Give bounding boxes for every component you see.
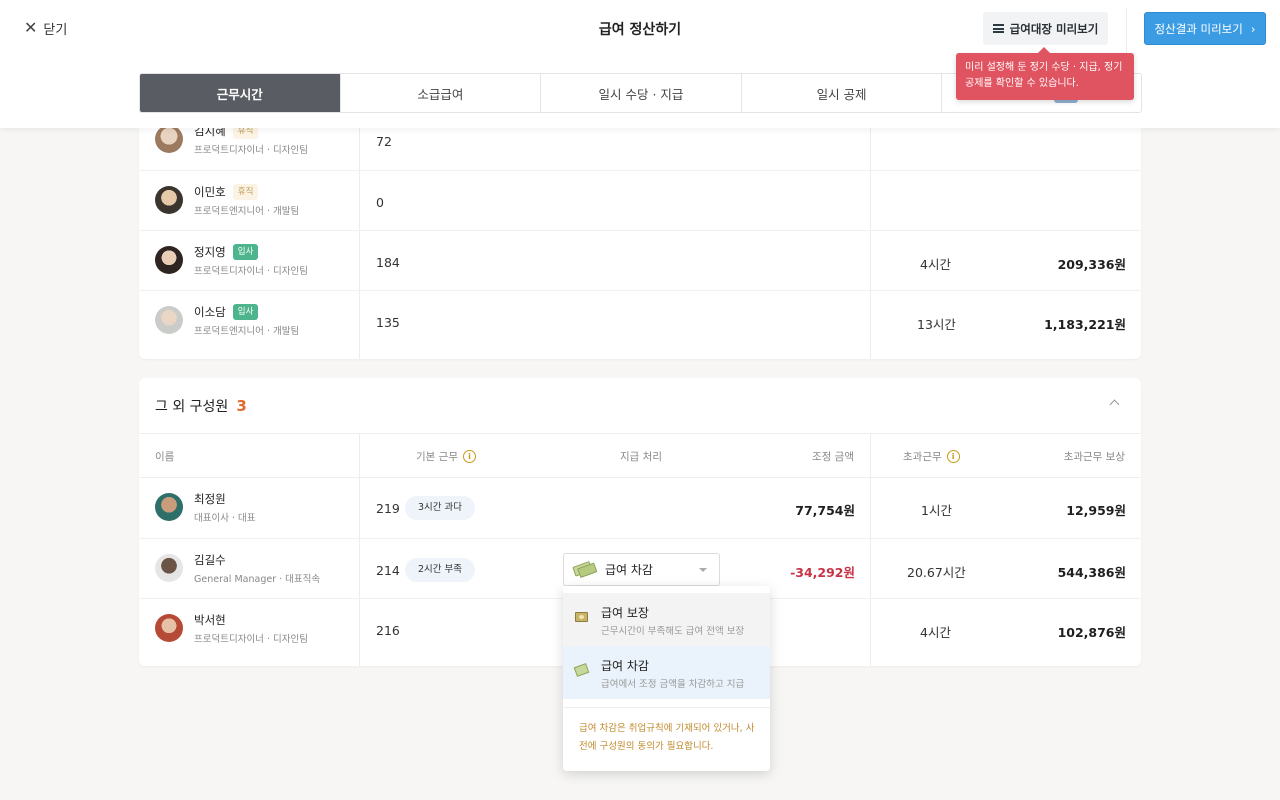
column-header-payment: 지급 처리 bbox=[620, 451, 662, 463]
option-description: 근무시간이 부족해도 급여 전액 보장 bbox=[601, 626, 745, 637]
employee-name: 박서현 bbox=[194, 612, 226, 628]
employee-name: 최정원 bbox=[194, 491, 226, 507]
employee-name-text: 박서현 bbox=[194, 613, 226, 627]
overtime-pay: 544,386원 bbox=[1057, 565, 1126, 580]
dropdown-note: 급여 차감은 취업규칙에 기재되어 있거나, 사전에 구성원의 동의가 필요합니… bbox=[579, 723, 755, 752]
adjust-amount: 77,754원 bbox=[795, 503, 855, 518]
column-header-base-text: 기본 근무 bbox=[416, 451, 458, 463]
option-deduct[interactable]: 급여 차감 급여에서 조정 금액을 차감하고 지급 bbox=[563, 646, 770, 699]
table-row[interactable]: 정지영 입사 프로덕트디자이너 · 디자인팀 184 4시간 209,336원 bbox=[139, 230, 1141, 290]
base-hours: 72 bbox=[376, 134, 392, 149]
status-badge: 입사 bbox=[232, 244, 259, 260]
adjust-amount: -34,292원 bbox=[790, 565, 855, 580]
tab-one-time-allowance[interactable]: 일시 수당 · 지급 bbox=[541, 74, 742, 112]
overtime-pay: 102,876원 bbox=[1057, 625, 1126, 640]
employee-name-text: 김길수 bbox=[194, 553, 226, 567]
payroll-preview-label: 급여대장 미리보기 bbox=[1009, 21, 1099, 36]
payment-method-dropdown: 급여 보장 근무시간이 부족해도 급여 전액 보장 급여 차감 급여에서 조정 … bbox=[563, 586, 770, 771]
money-wings-icon bbox=[572, 559, 598, 580]
option-guarantee[interactable]: 급여 보장 근무시간이 부족해도 급여 전액 보장 bbox=[563, 593, 770, 646]
section-title: 그 외 구성원 3 bbox=[155, 396, 247, 416]
status-badge: 입사 bbox=[232, 304, 259, 320]
hours-diff-pill: 3시간 과다 bbox=[405, 496, 476, 520]
column-header-base: 기본 근무 i bbox=[416, 449, 476, 464]
column-header-overtime-pay: 초과근무 보상 bbox=[1063, 451, 1125, 463]
employee-name-text: 정지영 bbox=[194, 245, 226, 259]
employee-role: General Manager · 대표직속 bbox=[194, 574, 321, 585]
section-title-text: 그 외 구성원 bbox=[155, 399, 229, 415]
overtime-pay: 1,183,221원 bbox=[1044, 317, 1126, 332]
avatar bbox=[155, 246, 183, 274]
base-hours: 216 bbox=[376, 623, 400, 638]
employee-role: 대표이사 · 대표 bbox=[194, 513, 256, 524]
column-header-overtime: 초과근무 i bbox=[903, 449, 960, 464]
overtime-pay: 12,959원 bbox=[1066, 503, 1126, 518]
avatar bbox=[155, 125, 183, 153]
dropdown-divider bbox=[563, 707, 770, 708]
employee-role: 프로덕트디자이너 · 디자인팀 bbox=[194, 634, 308, 645]
column-header-adjust: 조정 금액 bbox=[812, 451, 854, 463]
overtime-hours: 4시간 bbox=[920, 625, 951, 640]
table-header: 이름 기본 근무 i 지급 처리 조정 금액 초과근무 i 초과근무 보상 bbox=[139, 434, 1141, 478]
option-title: 급여 보장 bbox=[601, 606, 649, 620]
employee-list-card: 김지혜 휴직 프로덕트디자이너 · 디자인팀 72 이민호 휴직 프로덕트엔지니… bbox=[139, 90, 1141, 359]
section-count: 3 bbox=[236, 397, 247, 415]
employee-role: 프로덕트디자이너 · 디자인팀 bbox=[194, 145, 308, 156]
avatar bbox=[155, 186, 183, 214]
payment-method-select[interactable]: 급여 차감 bbox=[563, 553, 720, 586]
employee-name-text: 최정원 bbox=[194, 492, 226, 506]
employee-role: 프로덕트디자이너 · 디자인팀 bbox=[194, 266, 308, 277]
info-icon[interactable]: i bbox=[946, 450, 960, 463]
table-row[interactable]: 최정원 대표이사 · 대표 219 3시간 과다 77,754원 1시간 12,… bbox=[139, 478, 1141, 538]
employee-role: 프로덕트엔지니어 · 개발팀 bbox=[194, 206, 300, 217]
chevron-down-icon bbox=[699, 568, 707, 572]
payroll-preview-button[interactable]: 급여대장 미리보기 bbox=[983, 12, 1108, 45]
employee-name: 정지영 입사 bbox=[194, 244, 259, 260]
tab-retro-pay[interactable]: 소급급여 bbox=[341, 74, 542, 112]
payment-method-value: 급여 차감 bbox=[605, 563, 653, 577]
base-hours: 0 bbox=[376, 195, 384, 210]
employee-name-text: 이민호 bbox=[194, 185, 226, 199]
overtime-hours: 13시간 bbox=[917, 317, 956, 332]
base-hours: 184 bbox=[376, 255, 400, 270]
avatar bbox=[155, 493, 183, 521]
employee-name: 김길수 bbox=[194, 552, 226, 568]
employee-role: 프로덕트엔지니어 · 개발팀 bbox=[194, 326, 300, 337]
employee-name: 이소담 입사 bbox=[194, 304, 259, 320]
avatar bbox=[155, 306, 183, 334]
overtime-hours: 4시간 bbox=[920, 257, 951, 272]
avatar bbox=[155, 554, 183, 582]
base-hours: 214 bbox=[376, 563, 400, 578]
base-hours: 219 bbox=[376, 501, 400, 516]
base-hours: 135 bbox=[376, 315, 400, 330]
table-row[interactable]: 이소담 입사 프로덕트엔지니어 · 개발팀 135 13시간 1,183,221… bbox=[139, 290, 1141, 350]
overtime-hours: 1시간 bbox=[921, 503, 952, 518]
list-icon bbox=[992, 24, 1004, 33]
chevron-right-icon: › bbox=[1250, 21, 1256, 36]
money-wings-icon bbox=[573, 663, 590, 677]
column-header-name: 이름 bbox=[155, 451, 175, 463]
option-description: 급여에서 조정 금액을 차감하고 지급 bbox=[601, 679, 745, 690]
column-header-overtime-text: 초과근무 bbox=[903, 451, 942, 463]
employee-name: 이민호 휴직 bbox=[194, 184, 259, 200]
tab-one-time-deduction[interactable]: 일시 공제 bbox=[742, 74, 943, 112]
result-preview-label: 정산결과 미리보기 bbox=[1154, 21, 1243, 36]
chevron-up-icon[interactable] bbox=[1109, 398, 1119, 408]
result-preview-button[interactable]: 정산결과 미리보기 › bbox=[1144, 12, 1266, 45]
table-row[interactable]: 이민호 휴직 프로덕트엔지니어 · 개발팀 0 bbox=[139, 170, 1141, 230]
option-title: 급여 차감 bbox=[601, 659, 649, 673]
header-divider bbox=[1126, 8, 1127, 52]
regular-items-tooltip: 미리 설정해 둔 정기 수당 · 지급, 정기 공제를 확인할 수 있습니다. bbox=[956, 47, 1134, 100]
money-bag-icon bbox=[575, 612, 588, 622]
tab-work-hours[interactable]: 근무시간 bbox=[140, 74, 341, 112]
info-icon[interactable]: i bbox=[462, 450, 476, 463]
employee-name-text: 이소담 bbox=[194, 305, 226, 319]
hours-diff-pill: 2시간 부족 bbox=[405, 558, 476, 582]
status-badge: 휴직 bbox=[232, 184, 259, 200]
section-header[interactable]: 그 외 구성원 3 bbox=[139, 378, 1141, 434]
overtime-hours: 20.67시간 bbox=[907, 565, 966, 580]
overtime-pay: 209,336원 bbox=[1057, 257, 1126, 272]
avatar bbox=[155, 614, 183, 642]
